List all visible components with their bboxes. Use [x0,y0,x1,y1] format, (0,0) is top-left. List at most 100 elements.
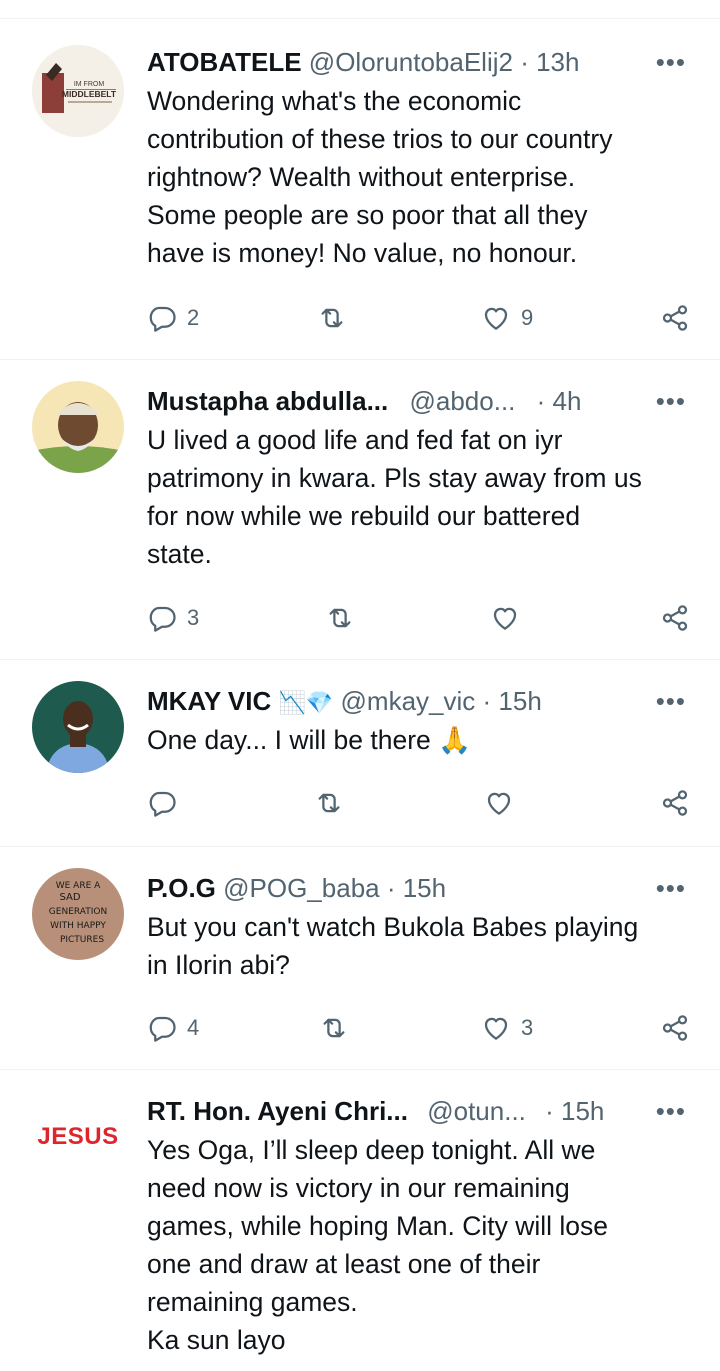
like-button[interactable]: 9 [481,298,533,338]
avatar-text-3: GENERATION [49,907,107,917]
display-name[interactable]: RT. Hon. Ayeni Chri... [147,1096,408,1126]
tweet-text-line: Yes Oga, I’ll sleep deep tonight. All we [147,1135,596,1165]
tweet[interactable]: Mustapha abdulla... @abdo... · 4h ••• U … [0,360,720,660]
more-options-icon[interactable]: ••• [656,383,686,419]
more-options-icon[interactable]: ••• [656,1093,686,1129]
avatar-text-1: IM FROM [74,81,104,88]
tweet[interactable]: WE ARE A SAD GENERATION WITH HAPPY PICTU… [0,847,720,1070]
tweet-text: Yes Oga, I’ll sleep deep tonight. All we… [147,1131,690,1359]
user-handle[interactable]: @OloruntobaElij2 [309,47,513,77]
reply-icon [149,606,176,632]
reply-count: 2 [187,305,200,330]
like-count: 3 [521,1015,534,1040]
tweet-header: MKAY VIC 📉💎 @mkay_vic · 15h ••• [147,683,690,719]
tweet-text-line: patrimony in kwara. Pls stay away from u… [147,463,642,493]
reply-icon [149,306,176,332]
tweet-text-line: U lived a good life and fed fat on iyr [147,425,563,455]
tweet-text-line: need now is victory in our remaining [147,1173,570,1203]
avatar[interactable]: IM FROM MIDDLEBELT [32,45,124,137]
display-name[interactable]: Mustapha abdulla... [147,386,388,416]
heart-icon [487,792,511,815]
timestamp[interactable]: · 15h [387,873,446,903]
reply-button[interactable]: 4 [147,1008,199,1048]
tweet-header: ATOBATELE @OloruntobaElij2 · 13h ••• [147,44,690,80]
share-icon [662,305,688,331]
avatar-image [32,381,124,473]
reply-button[interactable]: 3 [147,598,199,638]
share-icon [662,605,688,631]
tweet-text-line: rightnow? Wealth without enterprise. [147,162,576,192]
tweet-text-line: state. [147,539,212,569]
tweet-actions [147,783,690,823]
tweet-text-line: in Ilorin abi? [147,950,290,980]
heart-icon [484,307,508,330]
avatar-text-5: PICTURES [60,935,104,945]
share-button[interactable] [660,298,690,338]
avatar-image: WE ARE A SAD GENERATION WITH HAPPY PICTU… [32,868,124,960]
more-options-icon[interactable]: ••• [656,44,686,80]
tweet-text-line: Wondering what's the economic [147,86,522,116]
tweet-actions: 2 9 [147,298,690,338]
repost-icon [323,1018,345,1038]
timestamp[interactable]: · 13h [520,47,579,77]
reply-count: 4 [187,1015,200,1040]
avatar-text: JESUS [37,1123,119,1150]
user-handle[interactable]: @abdo... [409,386,515,416]
heart-icon [493,607,517,630]
tweet-text: One day... I will be there 🙏 [147,721,690,759]
repost-button[interactable] [325,598,355,638]
reply-button[interactable] [147,783,177,823]
repost-button[interactable] [314,783,344,823]
more-options-icon[interactable]: ••• [656,683,686,719]
tweet[interactable]: IM FROM MIDDLEBELT ATOBATELE @Oloruntoba… [0,19,720,360]
tweet-text-line: contribution of these trios to our count… [147,124,613,154]
share-button[interactable] [660,598,690,638]
avatar-text-4: WITH HAPPY [50,921,106,931]
share-button[interactable] [660,1008,690,1048]
tweet-text-line: have is money! No value, no honour. [147,238,578,268]
tweet-text: Wondering what's the economic contributi… [147,82,690,272]
reply-icon [149,791,176,817]
avatar[interactable] [32,681,124,773]
repost-button[interactable] [319,1008,349,1048]
user-handle[interactable]: @mkay_vic [341,686,476,716]
tweet-header: P.O.G @POG_baba · 15h ••• [147,870,690,906]
timestamp[interactable]: · 15h [545,1096,604,1126]
tweet-text-line: one and draw at least one of their [147,1249,541,1279]
tweet-text-line: remaining games. [147,1287,358,1317]
display-name[interactable]: P.O.G [147,873,216,903]
avatar-text-1: WE ARE A [56,881,101,891]
display-name[interactable]: MKAY VIC [147,686,271,716]
share-icon [662,790,688,816]
more-options-icon[interactable]: ••• [656,870,686,906]
repost-icon [329,608,351,628]
repost-icon [321,308,343,328]
reply-count: 3 [187,605,200,630]
avatar[interactable]: WE ARE A SAD GENERATION WITH HAPPY PICTU… [32,868,124,960]
tweet-actions: 4 3 [147,1008,690,1048]
reply-button[interactable]: 2 [147,298,199,338]
timestamp[interactable]: · 15h [483,686,542,716]
like-button[interactable]: 3 [481,1008,533,1048]
user-handle[interactable]: @otun... [427,1096,526,1126]
repost-button[interactable] [317,298,347,338]
reply-icon [149,1016,176,1042]
name-badges: 📉💎 [278,690,334,715]
tweet-header: Mustapha abdulla... @abdo... · 4h ••• [147,383,690,419]
share-button[interactable] [660,783,690,823]
tweet-text-line: Some people are so poor that all they [147,200,588,230]
like-button[interactable] [484,783,514,823]
tweet-text-line: for now while we rebuild our battered [147,501,581,531]
avatar[interactable]: JESUS [32,1091,124,1183]
tweet-header: RT. Hon. Ayeni Chri... @otun... · 15h ••… [147,1093,690,1129]
avatar-text-2: SAD [59,892,80,903]
heart-icon [484,1017,508,1040]
tweet[interactable]: MKAY VIC 📉💎 @mkay_vic · 15h ••• One day.… [0,660,720,847]
user-handle[interactable]: @POG_baba [223,873,379,903]
display-name[interactable]: ATOBATELE [147,47,302,77]
tweet-text-line: Ka sun layo [147,1325,286,1355]
timestamp[interactable]: · 4h [537,386,582,416]
like-button[interactable] [490,598,520,638]
tweet[interactable]: JESUS RT. Hon. Ayeni Chri... @otun... · … [0,1070,720,1371]
avatar[interactable] [32,381,124,473]
